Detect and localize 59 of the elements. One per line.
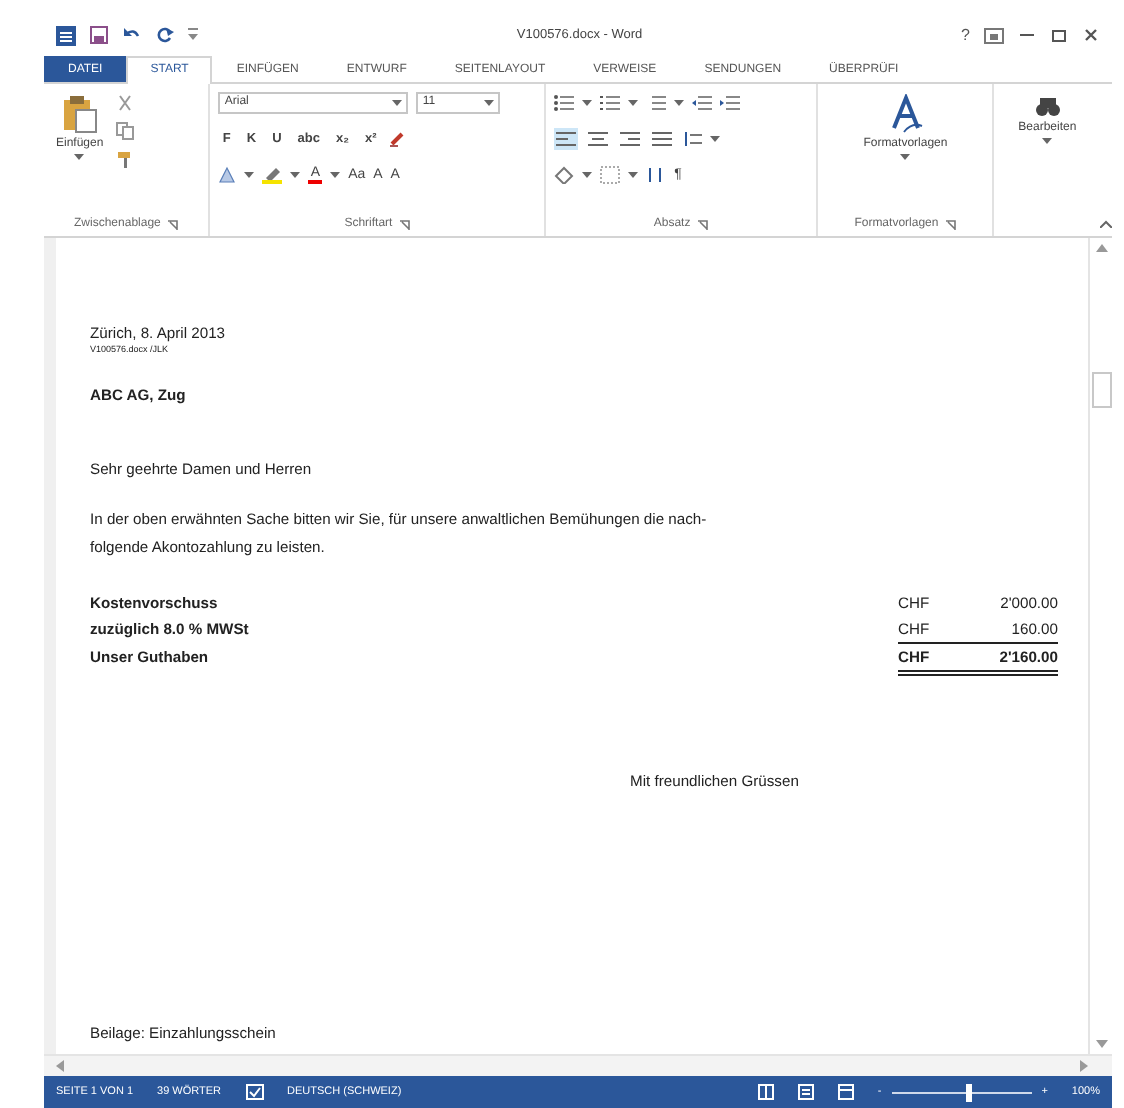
word-logo-icon (56, 25, 76, 46)
caret-icon[interactable] (674, 99, 685, 106)
ribbon-display-icon[interactable] (984, 27, 1004, 44)
dialog-launcher-icon[interactable] (400, 219, 411, 230)
caret-icon[interactable] (244, 171, 255, 178)
customize-caret-icon[interactable] (188, 28, 198, 43)
caret-icon[interactable] (484, 99, 495, 106)
multilevel-list-icon[interactable] (646, 93, 667, 112)
binoculars-icon (1035, 93, 1060, 118)
caret-icon[interactable] (710, 135, 721, 142)
highlighter-icon[interactable] (262, 165, 283, 184)
restore-icon[interactable] (1050, 26, 1068, 45)
copy-icon[interactable] (115, 121, 134, 140)
print-layout-icon[interactable] (797, 1084, 814, 1101)
dialog-launcher-icon[interactable] (168, 219, 179, 230)
read-mode-icon[interactable] (757, 1084, 774, 1101)
justify-button[interactable] (650, 127, 675, 150)
scissors-icon[interactable] (115, 93, 134, 112)
format-painter-icon[interactable] (115, 149, 134, 168)
caret-icon[interactable] (392, 99, 403, 106)
styles-icon (887, 93, 924, 134)
caret-icon[interactable] (582, 171, 593, 178)
caret-icon[interactable] (900, 153, 911, 160)
text-effects-icon[interactable] (218, 165, 237, 184)
clear-formatting-icon[interactable] (388, 129, 407, 148)
align-left-button[interactable] (554, 127, 579, 150)
close-icon[interactable] (1082, 26, 1100, 45)
caret-icon[interactable] (628, 99, 639, 106)
dialog-launcher-icon[interactable] (698, 219, 709, 230)
scroll-thumb[interactable] (1091, 371, 1111, 408)
line-spacing-icon[interactable] (682, 129, 703, 148)
bullet-list-icon[interactable] (554, 93, 575, 112)
dialog-launcher-icon[interactable] (946, 219, 957, 230)
caret-icon[interactable] (330, 171, 341, 178)
clipboard-icon (61, 93, 98, 134)
help-button[interactable]: ? (961, 26, 970, 45)
shading-icon[interactable] (554, 165, 575, 184)
proofing-icon[interactable] (245, 1084, 264, 1101)
vertical-scrollbar[interactable] (1088, 237, 1112, 1055)
decrease-indent-icon[interactable] (692, 93, 713, 112)
align-center-button[interactable] (586, 127, 611, 150)
increase-indent-icon[interactable] (720, 93, 741, 112)
scroll-up-icon[interactable] (1095, 243, 1107, 252)
align-right-button[interactable] (618, 127, 643, 150)
redo-icon[interactable] (156, 26, 174, 45)
caret-icon[interactable] (290, 171, 301, 178)
collapse-ribbon-icon[interactable] (1100, 219, 1112, 228)
caret-icon[interactable] (582, 99, 593, 106)
save-icon[interactable] (90, 26, 108, 45)
caret-icon[interactable] (1042, 137, 1053, 144)
web-layout-icon[interactable] (837, 1084, 854, 1101)
scroll-left-icon[interactable] (56, 1060, 64, 1073)
scroll-right-icon[interactable] (1080, 1060, 1088, 1073)
numbered-list-icon[interactable] (600, 93, 621, 112)
zoom-slider-thumb[interactable] (965, 1083, 972, 1102)
caret-icon[interactable] (74, 153, 85, 160)
scroll-down-icon[interactable] (1095, 1040, 1107, 1049)
caret-icon[interactable] (628, 171, 639, 178)
horizontal-scrollbar[interactable] (44, 1054, 1112, 1077)
